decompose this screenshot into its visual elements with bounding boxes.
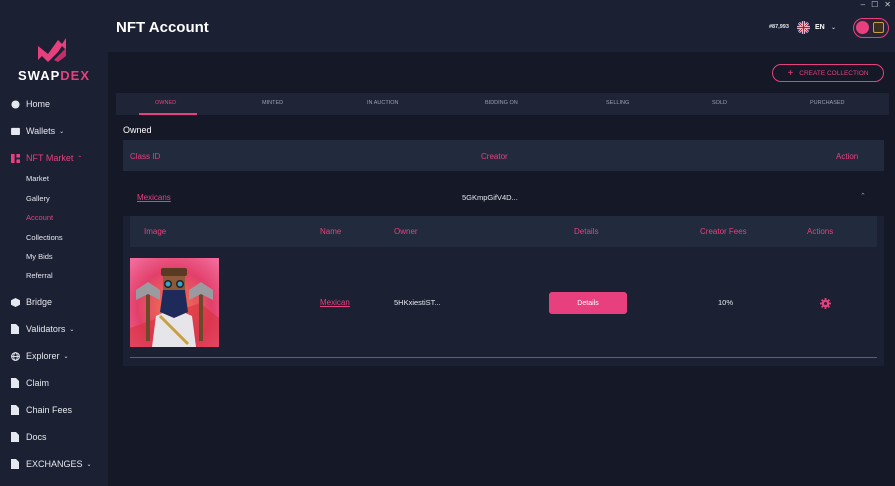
home-icon [10,99,20,109]
column-header-actions: Actions [807,227,834,236]
sidebar-item-label: Explorer [26,351,60,361]
gear-icon[interactable] [820,296,831,314]
sidebar-subitem-account[interactable]: Account [26,213,53,222]
chevron-down-icon: ⌄ [59,128,65,135]
tab-sold[interactable]: SOLD [712,100,727,106]
create-collection-button[interactable]: + CREATE COLLECTION [772,64,884,82]
cube-icon [10,297,20,307]
sidebar-item-validators[interactable]: Validators ⌄ [10,321,74,337]
column-header-creator: Creator [481,152,508,161]
column-header-creator-fees: Creator Fees [700,227,747,236]
creator-fees-value: 10% [718,298,734,307]
chevron-down-icon[interactable]: ⌄ [831,24,836,31]
sidebar-item-label: Chain Fees [26,405,73,415]
sidebar-item-wallets[interactable]: Wallets ⌄ [10,123,64,139]
active-tab-indicator [139,113,197,115]
create-collection-label: CREATE COLLECTION [799,69,869,77]
globe-icon [10,351,20,361]
nft-name-link[interactable]: Mexican [320,298,350,307]
column-header-class-id: Class ID [130,152,161,161]
chevron-down-icon: ⌄ [69,326,75,333]
sidebar-item-exchanges[interactable]: EXCHANGES ⌄ [10,456,92,472]
wallet-icon [10,126,20,136]
class-id-link[interactable]: Mexicans [137,193,171,202]
details-button[interactable]: Details [549,292,627,314]
table-row [130,247,877,358]
sidebar-item-label: Validators [26,324,66,334]
chevron-down-icon: ⌄ [86,461,92,468]
column-header-name: Name [320,227,342,236]
sidebar-subitem-referral[interactable]: Referral [26,271,53,280]
sidebar-item-label: Docs [26,432,47,442]
tab-bar: OWNED MINTED IN AUCTION BIDDING ON SELLI… [116,93,889,115]
nft-table-header [130,216,877,247]
document-icon [10,459,20,469]
sidebar-item-label: Claim [26,378,50,388]
column-header-owner: Owner [394,227,418,236]
sidebar-item-nft-market[interactable]: NFT Market ⌃ [10,150,82,166]
tab-selling[interactable]: SELLING [606,100,629,106]
sidebar-item-label: Bridge [26,297,53,307]
balance-display: #87,993 [769,24,789,30]
wallet-avatar-icon [856,21,869,34]
document-icon [10,432,20,442]
tab-owned[interactable]: OWNED [155,100,176,106]
wallet-token-icon [873,22,884,33]
tab-in-auction[interactable]: IN AUCTION [367,100,398,106]
logo-text: SWAPDEX [17,68,91,83]
maximize-button[interactable]: ☐ [871,0,878,9]
column-header-image: Image [144,227,167,236]
document-icon [10,378,20,388]
tab-bidding-on[interactable]: BIDDING ON [485,100,518,106]
section-title: Owned [123,125,152,135]
grid-icon [10,153,20,163]
window-controls: – ☐ ✕ [861,0,891,9]
sidebar-item-label: NFT Market [26,153,74,163]
document-icon [10,324,20,334]
document-icon [10,405,20,415]
minimize-button[interactable]: – [861,0,865,9]
sidebar-item-docs[interactable]: Docs [10,429,47,445]
tab-minted[interactable]: MINTED [262,100,283,106]
logo-mark-icon [38,38,66,62]
sidebar-item-label: Wallets [26,126,56,136]
creator-address: 5GKmpGifV4D... [462,193,518,202]
wallet-connect-button[interactable] [853,18,889,38]
sidebar-item-label: Home [26,99,51,109]
chevron-up-icon: ⌃ [77,155,83,162]
collapse-chevron-icon[interactable]: ⌃ [860,192,866,200]
sidebar-item-claim[interactable]: Claim [10,375,49,391]
column-header-action: Action [836,152,859,161]
sidebar-subitem-collections[interactable]: Collections [26,233,63,242]
close-button[interactable]: ✕ [884,0,891,9]
chevron-down-icon: ⌄ [63,353,69,360]
sidebar-item-bridge[interactable]: Bridge [10,294,52,310]
sidebar-subitem-gallery[interactable]: Gallery [26,194,50,203]
sidebar-subitem-market[interactable]: Market [26,174,49,183]
sidebar-item-chain-fees[interactable]: Chain Fees [10,402,72,418]
column-header-details: Details [574,227,599,236]
sidebar-item-label: EXCHANGES [26,459,83,469]
sidebar-item-explorer[interactable]: Explorer ⌄ [10,348,69,364]
language-selector[interactable]: EN [815,24,825,31]
swapdex-logo[interactable]: SWAPDEX [0,30,108,85]
tab-purchased[interactable]: PURCHASED [810,100,845,106]
sidebar-item-home[interactable]: Home [10,96,50,112]
page-title: NFT Account [116,19,209,36]
uk-flag-icon[interactable] [797,21,810,34]
nft-thumbnail[interactable] [130,258,219,347]
sidebar-subitem-my-bids[interactable]: My Bids [26,252,53,261]
owner-address: 5HKxiestiST... [394,298,441,307]
plus-icon: + [787,67,794,79]
